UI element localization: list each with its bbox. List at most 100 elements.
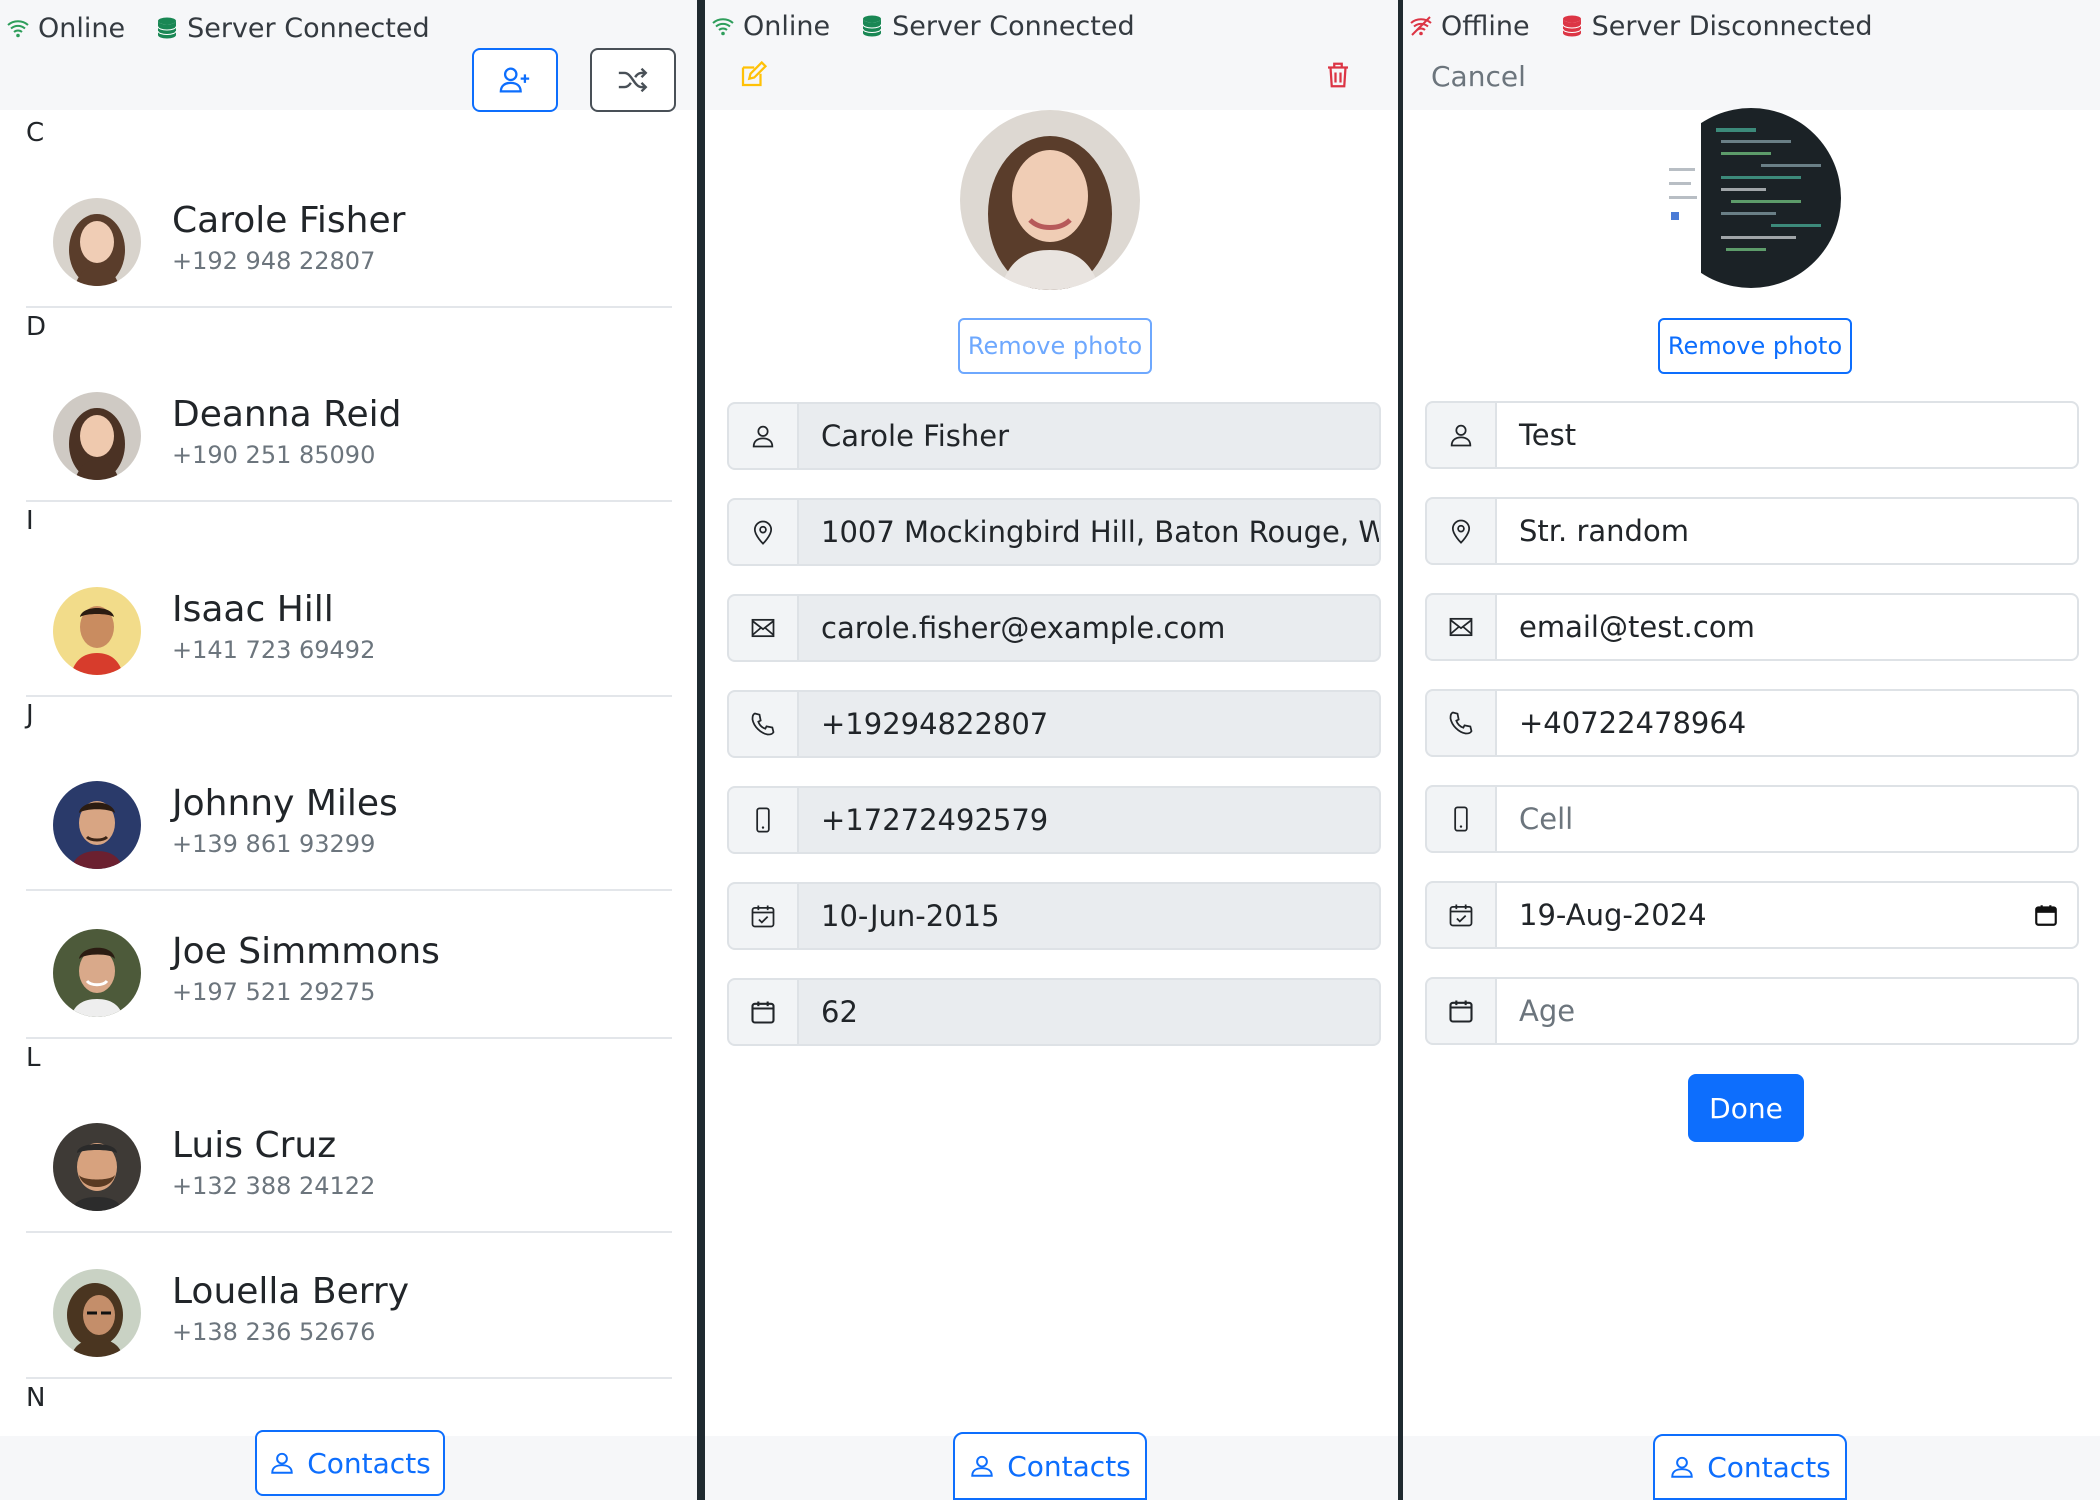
contact-name: Louella Berry: [172, 1271, 410, 1312]
cell-input[interactable]: Cell: [1497, 785, 2079, 853]
person-plus-icon: [499, 67, 530, 93]
shuffle-button[interactable]: [590, 48, 676, 112]
server-status-text: Server Connected: [892, 10, 1135, 42]
location-pin-icon: [753, 520, 773, 545]
age-field: Age: [1425, 977, 2079, 1045]
mobile-icon: [756, 807, 770, 833]
mobile-icon: [1454, 806, 1468, 832]
contact-list-item[interactable]: Louella Berry +138 236 52676: [26, 1233, 672, 1379]
person-icon: [1671, 1456, 1693, 1478]
shuffle-icon: [618, 67, 648, 93]
remove-photo-button[interactable]: Remove photo: [1658, 318, 1852, 374]
calendar-check-icon: [1449, 904, 1473, 927]
network-status-text: Online: [38, 12, 126, 44]
edit-icon[interactable]: [738, 60, 768, 90]
email-field: carole.fisher@example.com: [727, 594, 1381, 662]
server-status-text: Server Disconnected: [1591, 10, 1873, 42]
section-letter: D: [26, 312, 47, 342]
envelope-icon: [751, 618, 775, 638]
phone-input[interactable]: +40722478964: [1497, 689, 2079, 757]
phone-field: +40722478964: [1425, 689, 2079, 757]
network-status-text: Offline: [1441, 10, 1530, 42]
database-icon: [862, 15, 882, 37]
envelope-icon: [1449, 617, 1473, 637]
cell-value: +17272492579: [799, 786, 1381, 854]
contact-photo: [1661, 108, 1841, 288]
contact-name: Carole Fisher: [172, 200, 406, 241]
calendar-icon: [1449, 1000, 1473, 1023]
contact-list-item[interactable]: Carole Fisher +192 948 22807: [26, 162, 672, 308]
connection-status: Online Server Connected: [711, 8, 1135, 44]
person-icon: [271, 1452, 293, 1474]
contact-list-item[interactable]: Deanna Reid +190 251 85090: [26, 356, 672, 502]
contact-name: Luis Cruz: [172, 1125, 337, 1166]
email-input[interactable]: email@test.com: [1497, 593, 2079, 661]
person-icon: [1450, 424, 1472, 447]
done-button[interactable]: Done: [1688, 1074, 1804, 1142]
contact-phone: +141 723 69492: [172, 636, 376, 664]
cell-field: +17272492579: [727, 786, 1381, 854]
name-input[interactable]: Test: [1497, 401, 2079, 469]
contact-phone: +192 948 22807: [172, 247, 376, 275]
contacts-nav-label: Contacts: [307, 1446, 431, 1480]
panel-divider: [697, 0, 705, 1500]
avatar: [53, 1123, 141, 1211]
address-field: 1007 Mockingbird Hill, Baton Rouge, Wisc…: [727, 498, 1381, 566]
avatar: [53, 929, 141, 1017]
avatar: [53, 1269, 141, 1357]
person-icon: [752, 425, 774, 448]
phone-field: +19294822807: [727, 690, 1381, 758]
contact-name: Joe Simmmons: [172, 931, 440, 972]
email-value: carole.fisher@example.com: [799, 594, 1381, 662]
contacts-nav-button[interactable]: Contacts: [255, 1430, 445, 1496]
server-status-text: Server Connected: [187, 12, 430, 44]
contacts-nav-label: Contacts: [1707, 1450, 1831, 1484]
calendar-picker-icon[interactable]: [2033, 902, 2059, 928]
avatar: [53, 198, 141, 286]
age-input[interactable]: Age: [1497, 977, 2079, 1045]
birthday-input[interactable]: 19-Aug-2024: [1497, 881, 2079, 949]
contact-name: Isaac Hill: [172, 589, 334, 630]
birthday-value: 19-Aug-2024: [1519, 898, 1707, 932]
contact-list-item[interactable]: Isaac Hill +141 723 69492: [26, 551, 672, 697]
section-letter: C: [26, 118, 45, 148]
contact-photo: [960, 110, 1140, 290]
contact-list-item[interactable]: Johnny Miles +139 861 93299: [26, 745, 672, 891]
remove-photo-button[interactable]: Remove photo: [958, 318, 1152, 374]
age-field: 62: [727, 978, 1381, 1046]
contact-list-panel: Online Server Connected C Carole Fisher …: [0, 0, 697, 1500]
list-header: Online Server Connected: [0, 0, 697, 112]
bottom-nav: Contacts: [705, 1432, 1398, 1500]
contact-list-item[interactable]: Joe Simmmons +197 521 29275: [26, 893, 672, 1039]
address-field: Str. random: [1425, 497, 2079, 565]
phone-icon: [751, 712, 775, 736]
section-letter: L: [26, 1043, 41, 1073]
trash-icon[interactable]: [1323, 60, 1353, 90]
phone-icon: [1449, 711, 1473, 735]
contacts-nav-label: Contacts: [1007, 1449, 1131, 1483]
avatar: [53, 781, 141, 869]
name-field: Carole Fisher: [727, 402, 1381, 470]
add-contact-button[interactable]: [472, 48, 558, 112]
contact-name: Johnny Miles: [172, 783, 398, 824]
avatar: [53, 587, 141, 675]
contact-phone: +197 521 29275: [172, 978, 376, 1006]
wifi-icon: [7, 20, 29, 38]
calendar-check-icon: [751, 905, 775, 928]
wifi-off-icon: [1410, 16, 1432, 36]
address-input[interactable]: Str. random: [1497, 497, 2079, 565]
connection-status: Online Server Connected: [6, 10, 430, 46]
edit-header: Offline Server Disconnected Cancel: [1403, 0, 2100, 110]
section-letter: J: [26, 700, 34, 730]
contact-phone: +139 861 93299: [172, 830, 376, 858]
edit-contact-panel: Offline Server Disconnected Cancel Remov…: [1403, 0, 2100, 1500]
contact-phone: +190 251 85090: [172, 441, 376, 469]
contacts-nav-button[interactable]: Contacts: [953, 1432, 1147, 1500]
cancel-button[interactable]: Cancel: [1431, 60, 1526, 93]
network-status-text: Online: [743, 10, 831, 42]
contact-list-item[interactable]: Luis Cruz +132 388 24122: [26, 1087, 672, 1233]
contact-phone: +132 388 24122: [172, 1172, 376, 1200]
calendar-icon: [751, 1001, 775, 1024]
bottom-nav: Contacts: [0, 1430, 697, 1500]
contacts-nav-button[interactable]: Contacts: [1653, 1434, 1847, 1500]
